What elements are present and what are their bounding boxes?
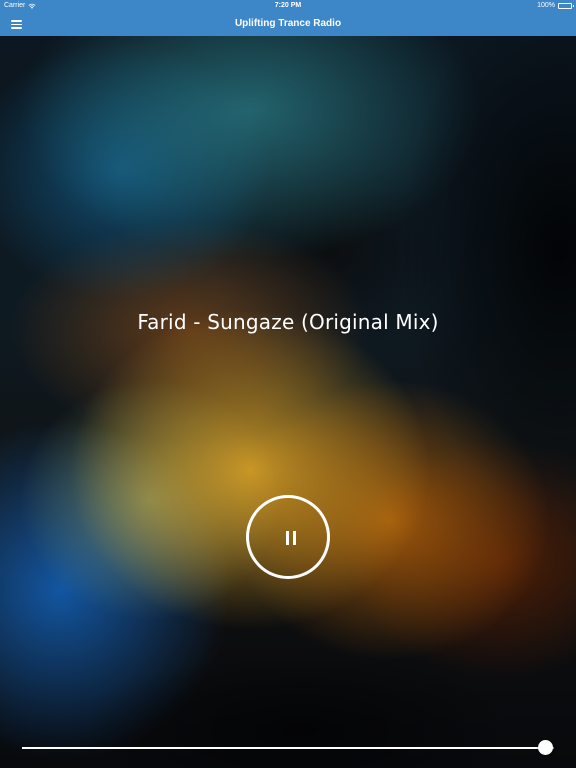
navigation-bar: Uplifting Trance Radio xyxy=(0,12,576,36)
status-bar: Carrier 7:20 PM 100% xyxy=(0,0,576,12)
battery-percent: 100% xyxy=(537,2,555,9)
status-battery: 100% xyxy=(537,0,574,12)
pause-icon xyxy=(285,531,297,545)
track-title: Farid - Sungaze (Original Mix) xyxy=(137,310,439,334)
battery-icon xyxy=(558,3,574,9)
player-screen: Carrier 7:20 PM 100% Uplifting Trance Ra… xyxy=(0,0,576,768)
volume-slider-fill xyxy=(22,747,546,749)
status-time: 7:20 PM xyxy=(274,2,302,9)
pause-button[interactable] xyxy=(246,495,330,579)
volume-slider-thumb[interactable] xyxy=(538,740,553,755)
background-vignette xyxy=(0,0,576,768)
volume-slider[interactable] xyxy=(22,738,554,758)
nav-title: Uplifting Trance Radio xyxy=(234,18,342,29)
